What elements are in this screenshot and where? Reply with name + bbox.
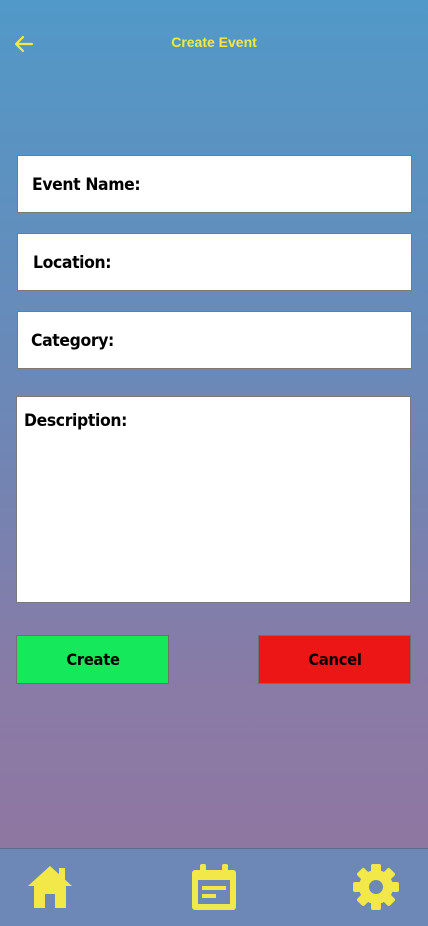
nav-settings[interactable] xyxy=(350,861,402,913)
header-bar: Create Event xyxy=(0,0,428,90)
cancel-button[interactable]: Cancel xyxy=(258,635,411,684)
page-title: Create Event xyxy=(171,34,257,50)
category-label: Category: xyxy=(31,331,114,351)
description-label: Description: xyxy=(24,411,127,431)
nav-events[interactable] xyxy=(188,861,240,913)
gear-icon xyxy=(353,864,399,910)
create-button-label: Create xyxy=(65,650,120,669)
create-button[interactable]: Create xyxy=(16,635,169,684)
description-textarea[interactable]: Description: xyxy=(16,396,411,603)
category-field[interactable]: Category: xyxy=(17,311,412,369)
location-label: Location: xyxy=(33,253,112,273)
home-icon xyxy=(28,866,72,908)
event-name-field[interactable]: Event Name: xyxy=(17,155,412,213)
event-name-label: Event Name: xyxy=(32,175,141,195)
calendar-icon xyxy=(192,864,236,910)
location-field[interactable]: Location: xyxy=(17,233,412,291)
cancel-button-label: Cancel xyxy=(307,650,362,669)
bottom-nav xyxy=(0,848,428,926)
nav-home[interactable] xyxy=(24,861,76,913)
